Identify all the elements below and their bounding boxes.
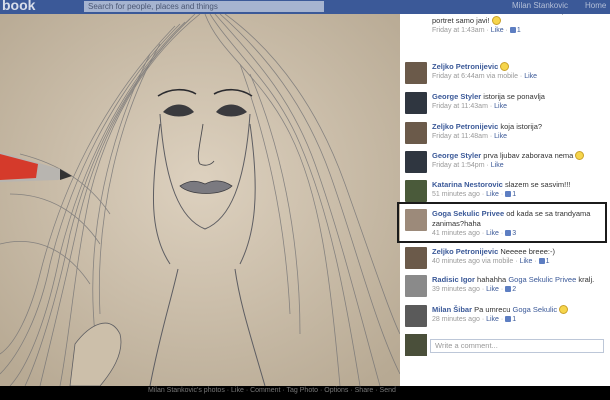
comment-meta: Friday at 1:43am · Like · 1 bbox=[432, 27, 521, 34]
home-link[interactable]: Home bbox=[585, 1, 606, 10]
comment-author[interactable]: Zeljko Petronijevic bbox=[432, 122, 498, 131]
thumbs-up-icon bbox=[505, 191, 512, 197]
avatar[interactable] bbox=[405, 151, 427, 173]
write-comment-input[interactable]: Write a comment... bbox=[430, 339, 604, 353]
thumbs-up-icon bbox=[509, 27, 516, 33]
like-count[interactable]: 1 bbox=[517, 27, 521, 34]
highlight-frame bbox=[397, 202, 607, 243]
like-link[interactable]: Like bbox=[486, 191, 499, 198]
like-link[interactable]: Like bbox=[520, 258, 533, 265]
like-link[interactable]: Like bbox=[494, 103, 507, 110]
avatar[interactable] bbox=[405, 180, 427, 202]
comment-meta: 28 minutes ago · Like · 1 bbox=[432, 316, 517, 323]
comment-meta: Friday at 6:44am via mobile · Like bbox=[432, 73, 538, 80]
comment-meta: Friday at 11:48am · Like bbox=[432, 133, 507, 140]
comment-author[interactable]: Radisic Igor bbox=[432, 275, 475, 284]
smiley-icon bbox=[491, 16, 501, 25]
comment-text: christian? a sta ako budes zelela da nap… bbox=[432, 14, 582, 25]
comment-text: Pa umrecu bbox=[474, 305, 511, 314]
smiley-icon bbox=[559, 305, 569, 314]
thumbs-up-icon bbox=[505, 286, 512, 292]
tagged-user[interactable]: Goga Sekulic Privee bbox=[508, 275, 576, 284]
facebook-topbar: book Search for people, places and thing… bbox=[0, 0, 610, 14]
like-link[interactable]: Like bbox=[494, 133, 507, 140]
comment-meta: 40 minutes ago via mobile · Like · 1 bbox=[432, 258, 550, 265]
like-count[interactable]: 1 bbox=[546, 258, 550, 265]
wink-icon bbox=[500, 62, 510, 71]
comment-text-after: kralj. bbox=[578, 275, 595, 284]
comment-time[interactable]: 51 minutes ago bbox=[432, 191, 480, 198]
comment-time[interactable]: Friday at 1:54pm bbox=[432, 162, 485, 169]
photo-viewer[interactable] bbox=[0, 14, 400, 386]
comment-meta: Friday at 1:54pm · Like bbox=[432, 162, 504, 169]
comment-time[interactable]: Friday at 6:44am via mobile bbox=[432, 73, 518, 80]
facebook-logo[interactable]: book bbox=[2, 0, 35, 13]
like-link[interactable]: Like bbox=[486, 286, 499, 293]
comment-author[interactable]: Milan Šibar bbox=[432, 305, 472, 314]
avatar[interactable] bbox=[405, 122, 427, 144]
comment-time[interactable]: Friday at 1:43am bbox=[432, 27, 485, 34]
like-link[interactable]: Like bbox=[524, 73, 537, 80]
like-count[interactable]: 1 bbox=[512, 191, 516, 198]
comment-time[interactable]: Friday at 11:43am bbox=[432, 103, 488, 110]
avatar[interactable] bbox=[405, 62, 427, 84]
comment-time[interactable]: Friday at 11:48am bbox=[432, 133, 488, 140]
smiley-icon bbox=[575, 151, 585, 160]
comments-panel: christian? a sta ako budes zelela da nap… bbox=[400, 14, 610, 386]
tagged-user[interactable]: Goga Sekulic bbox=[512, 305, 557, 314]
current-user-avatar bbox=[405, 334, 427, 356]
sketch-image bbox=[0, 14, 400, 386]
comment-text: istorija se ponavlja bbox=[483, 92, 545, 101]
avatar[interactable] bbox=[405, 275, 427, 297]
comment-meta: 39 minutes ago · Like · 2 bbox=[432, 286, 517, 293]
comment-time[interactable]: 40 minutes ago via mobile bbox=[432, 258, 513, 265]
comment-time[interactable]: 39 minutes ago bbox=[432, 286, 480, 293]
like-count[interactable]: 1 bbox=[512, 316, 516, 323]
comment-text: koja istorija? bbox=[500, 122, 543, 131]
photo-footer: Milan Stankovic's photos · Like · Commen… bbox=[0, 386, 610, 400]
photo-actions[interactable]: Milan Stankovic's photos · Like · Commen… bbox=[148, 387, 396, 394]
comment-time[interactable]: 28 minutes ago bbox=[432, 316, 480, 323]
like-link[interactable]: Like bbox=[486, 316, 499, 323]
comment-author[interactable]: George Styler bbox=[432, 151, 481, 160]
comment-text: hahahha bbox=[477, 275, 507, 284]
comment-text: prva ljubav zaborava nema bbox=[483, 151, 574, 160]
avatar[interactable] bbox=[405, 92, 427, 114]
comment-meta: Friday at 11:43am · Like bbox=[432, 103, 507, 110]
comment-text: Neeeee breee:-) bbox=[500, 247, 555, 256]
search-input[interactable]: Search for people, places and things bbox=[84, 1, 324, 12]
avatar[interactable] bbox=[405, 305, 427, 327]
like-count[interactable]: 2 bbox=[512, 286, 516, 293]
thumbs-up-icon bbox=[538, 258, 545, 264]
comment-author[interactable]: George Styler bbox=[432, 92, 481, 101]
profile-link[interactable]: Milan Stankovic bbox=[512, 1, 568, 10]
avatar[interactable] bbox=[405, 247, 427, 269]
comment-meta: 51 minutes ago · Like · 1 bbox=[432, 191, 517, 198]
comment-text: slazem se sasvim!!! bbox=[504, 180, 571, 189]
thumbs-up-icon bbox=[505, 316, 512, 322]
like-link[interactable]: Like bbox=[491, 162, 504, 169]
comment-author[interactable]: Katarina Nestorovic bbox=[432, 180, 503, 189]
comment-author[interactable]: Zeljko Petronijevic bbox=[432, 62, 498, 71]
like-link[interactable]: Like bbox=[491, 27, 504, 34]
comment-author[interactable]: Zeljko Petronijevic bbox=[432, 247, 498, 256]
